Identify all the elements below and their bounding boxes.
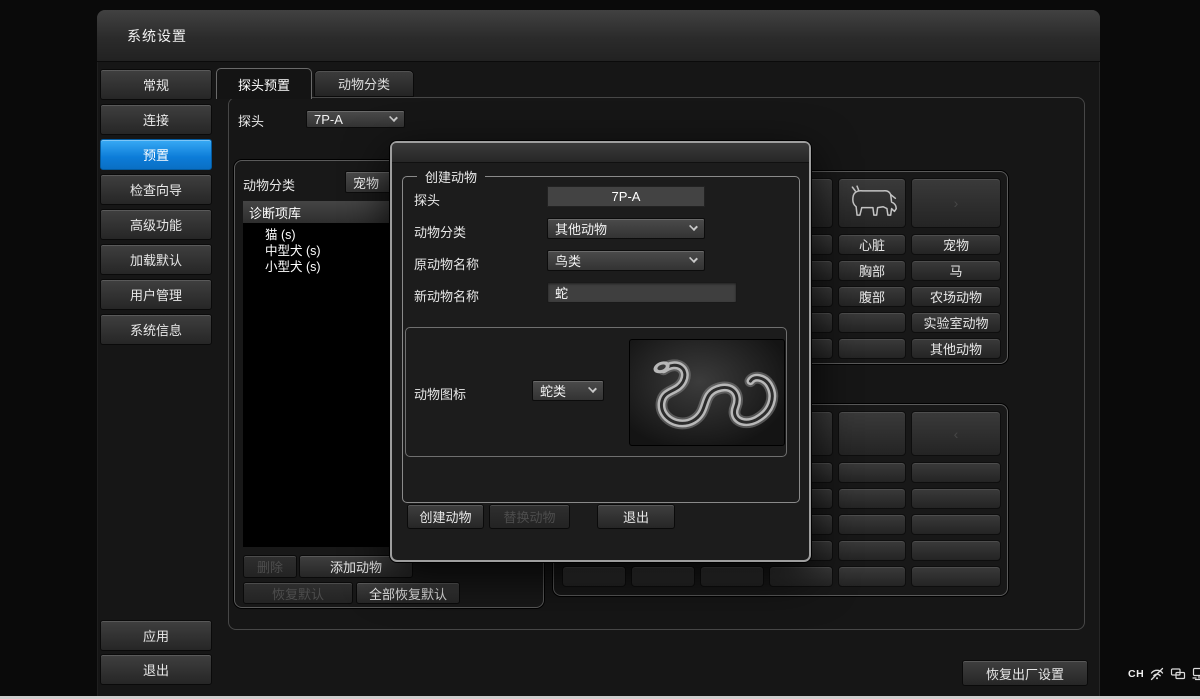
sidebar-item-user-management[interactable]: 用户管理 [100,279,212,310]
apply-button[interactable]: 应用 [100,620,212,651]
exam-button[interactable] [838,566,906,587]
exam-button[interactable] [838,514,906,535]
exit-button[interactable]: 退出 [100,654,212,685]
animal-image-button[interactable] [838,411,906,456]
category-button-pet[interactable]: 宠物 [911,234,1001,255]
sidebar-item-system-info[interactable]: 系统信息 [100,314,212,345]
cow-icon [844,183,900,223]
chevron-down-icon [389,113,398,122]
new-animal-name-input[interactable]: 蛇 [547,282,737,303]
dialog-title-bar [392,143,809,163]
dialog-exit-button[interactable]: 退出 [597,504,675,529]
sidebar-item-exam-wizard[interactable]: 检查向导 [100,174,212,205]
create-animal-dialog: 创建动物 探头 7P-A 动物分类 其他动物 原动物名称 鸟类 新动物名称 蛇 … [390,141,811,562]
dialog-probe-value: 7P-A [547,186,705,207]
category-button-other-animal[interactable]: 其他动物 [911,338,1001,359]
dialog-orig-name-select[interactable]: 鸟类 [547,250,705,271]
category-button[interactable] [911,514,1001,535]
next-page-button[interactable]: › [911,178,1001,228]
probe-select[interactable]: 7P-A [306,110,405,128]
exam-button[interactable] [562,566,626,587]
animal-icon-preview [629,339,785,446]
probe-select-value: 7P-A [314,112,343,127]
page-title: 系统设置 [127,10,187,62]
delete-button[interactable]: 删除 [243,555,297,578]
exam-button[interactable] [769,566,833,587]
exam-button[interactable] [838,312,906,333]
peripheral-icon [1191,667,1200,681]
animal-icon-value: 蛇类 [540,381,566,400]
snake-image [630,339,784,446]
probe-label: 探头 [238,111,264,130]
dual-display-icon [1170,667,1186,681]
tab-probe-preset[interactable]: 探头预置 [216,68,312,99]
dialog-category-select[interactable]: 其他动物 [547,218,705,239]
category-button-farm-animal[interactable]: 农场动物 [911,286,1001,307]
animal-category-select-value: 宠物 [353,173,379,192]
chevron-down-icon [588,384,597,393]
restore-default-button[interactable]: 恢复默认 [243,582,353,604]
status-bar: CH [1128,667,1200,681]
dialog-icon-label: 动物图标 [414,384,466,403]
dialog-new-name-label: 新动物名称 [414,286,479,305]
category-button-lab-animal[interactable]: 实验室动物 [911,312,1001,333]
create-animal-button[interactable]: 创建动物 [407,504,484,529]
title-bar: 系统设置 [97,10,1100,62]
restore-all-default-button[interactable]: 全部恢复默认 [356,582,460,604]
network-status-icon [1149,667,1165,681]
sidebar: 常规 连接 预置 检查向导 高级功能 加载默认 用户管理 系统信息 [100,69,212,345]
category-button[interactable] [911,566,1001,587]
category-button-horse[interactable]: 马 [911,260,1001,281]
sidebar-item-advanced[interactable]: 高级功能 [100,209,212,240]
dialog-orig-name-label: 原动物名称 [414,254,479,273]
category-button[interactable] [911,462,1001,483]
chevron-down-icon [689,222,698,231]
category-button[interactable] [911,540,1001,561]
dialog-title: 创建动物 [417,167,485,186]
exam-button[interactable] [838,338,906,359]
tab-animal-category[interactable]: 动物分类 [314,70,414,97]
animal-icon-select[interactable]: 蛇类 [532,380,604,401]
category-button[interactable] [911,488,1001,509]
sidebar-item-preset[interactable]: 预置 [100,139,212,170]
exam-button[interactable] [838,540,906,561]
exam-button[interactable] [838,488,906,509]
chevron-right-icon: › [954,195,959,211]
exam-button[interactable] [838,462,906,483]
exam-button-abdomen[interactable]: 腹部 [838,286,906,307]
dialog-category-value: 其他动物 [555,219,607,238]
dialog-probe-label: 探头 [414,190,440,209]
cow-image-button[interactable] [838,178,906,228]
sidebar-item-load-default[interactable]: 加载默认 [100,244,212,275]
exam-button[interactable] [700,566,764,587]
sidebar-item-general[interactable]: 常规 [100,69,212,100]
exam-button-chest[interactable]: 胸部 [838,260,906,281]
factory-reset-button[interactable]: 恢复出厂设置 [962,660,1088,686]
language-indicator: CH [1128,668,1144,680]
chevron-down-icon [689,254,698,263]
dialog-orig-name-value: 鸟类 [555,251,581,270]
replace-animal-button[interactable]: 替换动物 [489,504,570,529]
prev-page-button[interactable]: ‹ [911,411,1001,456]
chevron-left-icon: ‹ [954,426,959,442]
exam-button-heart[interactable]: 心脏 [838,234,906,255]
exam-button[interactable] [631,566,695,587]
sidebar-item-connection[interactable]: 连接 [100,104,212,135]
animal-category-label: 动物分类 [243,175,295,194]
dialog-category-label: 动物分类 [414,222,466,241]
screen: 系统设置 常规 连接 预置 检查向导 高级功能 加载默认 用户管理 系统信息 应… [0,0,1200,699]
